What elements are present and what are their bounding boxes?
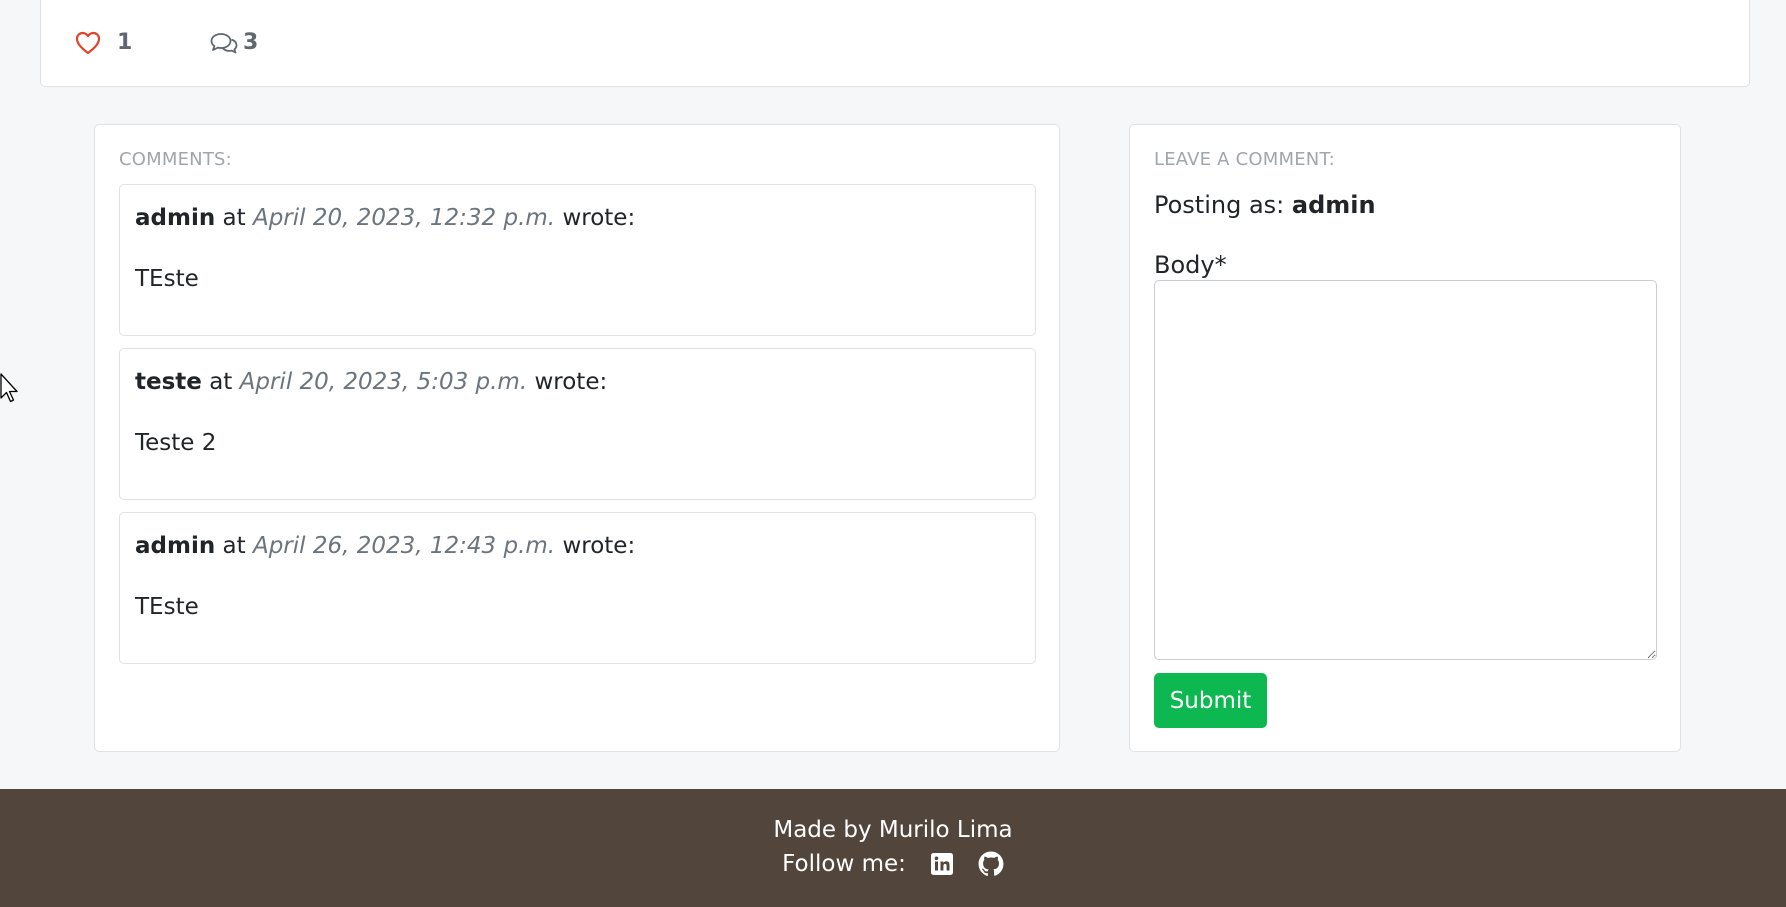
github-icon[interactable]: [978, 851, 1004, 877]
follow-label: Follow me:: [782, 851, 906, 877]
comment-meta: admin at April 26, 2023, 12:43 p.m. wrot…: [135, 533, 635, 559]
comments-card: COMMENTS: admin at April 20, 2023, 12:32…: [94, 124, 1060, 752]
submit-button[interactable]: Submit: [1154, 673, 1267, 728]
comment-author: admin: [135, 205, 216, 231]
post-stats: 1 3: [75, 30, 258, 55]
post-card: 1 3: [40, 0, 1750, 87]
posting-as-label: Posting as:: [1154, 191, 1285, 219]
comment-body-textarea[interactable]: [1154, 280, 1657, 660]
comments-count-indicator: 3: [209, 30, 258, 55]
comment-item: admin at April 20, 2023, 12:32 p.m. wrot…: [119, 184, 1036, 336]
comments-heading: COMMENTS:: [119, 149, 232, 170]
comment-meta: teste at April 20, 2023, 5:03 p.m. wrote…: [135, 369, 607, 395]
comment-body: TEste: [135, 594, 199, 620]
comment-wrote-label: wrote:: [562, 533, 636, 559]
comment-at-label: at: [209, 369, 233, 395]
comment-wrote-label: wrote:: [562, 205, 636, 231]
comments-icon: [209, 31, 239, 55]
comment-body: TEste: [135, 266, 199, 292]
comment-at-label: at: [222, 533, 246, 559]
comment-form-heading: LEAVE A COMMENT:: [1154, 149, 1335, 170]
body-field-label: Body*: [1154, 251, 1227, 279]
comment-wrote-label: wrote:: [534, 369, 608, 395]
comment-body: Teste 2: [135, 430, 217, 456]
comment-at-label: at: [222, 205, 246, 231]
likes-count: 1: [117, 30, 133, 55]
comment-meta: admin at April 20, 2023, 12:32 p.m. wrot…: [135, 205, 635, 231]
comment-date: April 26, 2023, 12:43 p.m.: [252, 533, 556, 559]
comment-item: teste at April 20, 2023, 5:03 p.m. wrote…: [119, 348, 1036, 500]
posting-as: Posting as: admin: [1154, 191, 1376, 219]
posting-as-username: admin: [1291, 191, 1376, 219]
footer-credit: Made by Murilo Lima: [773, 817, 1013, 843]
comment-author: admin: [135, 533, 216, 559]
footer-follow: Follow me:: [0, 851, 1786, 877]
comment-item: admin at April 26, 2023, 12:43 p.m. wrot…: [119, 512, 1036, 664]
mouse-cursor-icon: [0, 372, 20, 410]
comment-date: April 20, 2023, 5:03 p.m.: [239, 369, 528, 395]
linkedin-icon[interactable]: [930, 852, 954, 876]
page: 1 3 COMMENTS: admin at April 20, 2023, 1…: [0, 0, 1786, 907]
comment-date: April 20, 2023, 12:32 p.m.: [252, 205, 556, 231]
comment-author: teste: [135, 369, 202, 395]
like-button[interactable]: 1: [75, 30, 209, 55]
comments-count: 3: [243, 30, 259, 55]
heart-icon[interactable]: [75, 31, 101, 55]
comment-form-card: LEAVE A COMMENT: Posting as: admin Body*…: [1129, 124, 1681, 752]
footer: Made by Murilo Lima Follow me:: [0, 789, 1786, 907]
